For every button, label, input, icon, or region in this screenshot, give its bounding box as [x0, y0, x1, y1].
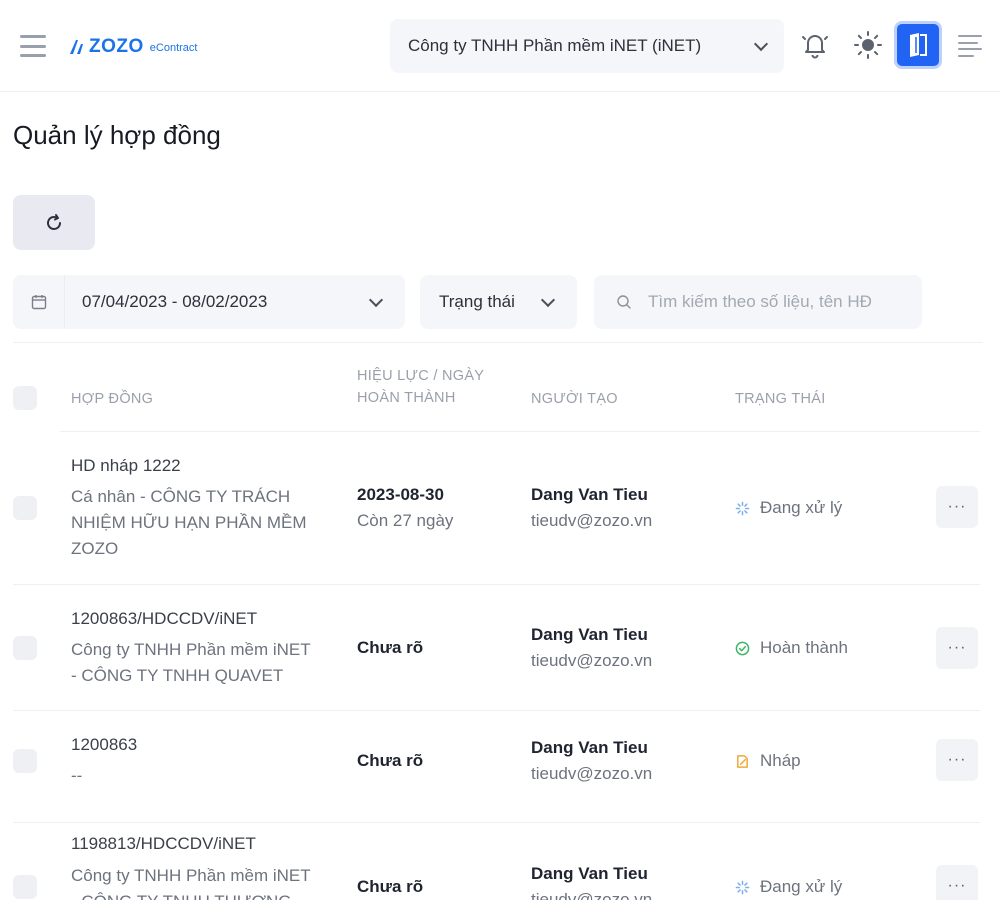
status-text: Hoàn thành: [760, 638, 848, 657]
validity-date: 2023-08-30: [357, 485, 444, 504]
creator-email: tieudv@zozo.vn: [531, 511, 653, 530]
filter-divider: [13, 342, 983, 343]
table-header: HỢP ĐỒNG HIỆU LỰC / NGÀY HOÀN THÀNH NGƯỜ…: [0, 355, 1000, 431]
search-icon: [617, 295, 631, 309]
validity-date: Chưa rõ: [357, 751, 424, 770]
column-header-contract[interactable]: HỢP ĐỒNG: [71, 388, 153, 410]
chevron-down-icon: [753, 36, 769, 51]
creator-email: tieudv@zozo.vn: [531, 651, 653, 670]
contract-party: Công ty TNHH Phần mềm iNET: [71, 640, 311, 659]
contract-party: NHIỆM HỮU HẠN PHẦN MỀM: [71, 513, 307, 532]
draft-icon: [737, 754, 748, 768]
book-icon: [910, 33, 927, 57]
calendar-icon: [13, 275, 65, 329]
status-badge: Đang xử lý: [735, 495, 842, 521]
creator-name: Dang Van Tieu: [531, 738, 648, 757]
row-checkbox[interactable]: [13, 636, 37, 660]
days-remaining: Còn 27 ngày: [357, 511, 454, 530]
chevron-down-icon: [368, 292, 384, 307]
contract-party: --: [71, 766, 83, 785]
more-actions-button[interactable]: ···: [936, 627, 978, 669]
status-filter-label: Trạng thái: [439, 292, 515, 311]
more-actions-button[interactable]: ···: [936, 486, 978, 528]
contract-party: - CÔNG TY TNHH QUAVET: [71, 666, 284, 685]
status-text: Nháp: [760, 751, 801, 770]
menu-icon[interactable]: [20, 35, 46, 57]
processing-icon: [735, 880, 750, 894]
status-text: Đang xử lý: [760, 498, 843, 517]
more-actions-button[interactable]: ···: [936, 865, 978, 900]
table-row[interactable]: HD nháp 1222 Cá nhân - CÔNG TY TRÁCH NHI…: [0, 432, 1000, 585]
creator-email: tieudv@zozo.vn: [531, 890, 653, 900]
row-checkbox[interactable]: [13, 496, 37, 520]
status-badge: Nháp: [735, 748, 801, 774]
search-input[interactable]: [648, 292, 908, 312]
contract-code[interactable]: 1200863/HDCCDV/iNET: [71, 606, 257, 632]
logo[interactable]: ZOZO eContract: [68, 36, 198, 57]
creator-name: Dang Van Tieu: [531, 864, 648, 883]
creator-name: Dang Van Tieu: [531, 485, 648, 504]
align-right-menu-icon[interactable]: [958, 35, 982, 57]
logo-text: ZOZO: [89, 36, 144, 57]
contract-code[interactable]: 1198813/HDCCDV/iNET: [71, 831, 256, 857]
contract-code[interactable]: 1200863: [71, 732, 137, 758]
refresh-button[interactable]: [13, 195, 95, 250]
table-row[interactable]: 1198813/HDCCDV/iNET Công ty TNHH Phần mề…: [0, 823, 1000, 900]
bell-icon[interactable]: [800, 30, 830, 60]
logo-subtitle: eContract: [149, 42, 198, 54]
status-badge: Hoàn thành: [735, 635, 848, 661]
check-circle-icon: [735, 641, 750, 655]
contract-party: ZOZO: [71, 539, 119, 558]
search-box[interactable]: [594, 275, 922, 329]
status-text: Đang xử lý: [760, 877, 843, 896]
creator-name: Dang Van Tieu: [531, 625, 648, 644]
sun-icon[interactable]: [853, 30, 883, 60]
status-badge: Đang xử lý: [735, 874, 842, 900]
refresh-icon: [47, 213, 61, 230]
table-row[interactable]: 1200863 -- Chưa rõ Dang Van Tieu tieudv@…: [0, 711, 1000, 823]
company-select[interactable]: Công ty TNHH Phần mềm iNET (iNET): [390, 19, 784, 73]
contract-party: - CÔNG TY TNHH THƯƠNG: [71, 889, 292, 900]
date-range-value: 07/04/2023 - 08/02/2023: [82, 292, 268, 311]
company-select-value: Công ty TNHH Phần mềm iNET (iNET): [408, 36, 702, 55]
contract-code[interactable]: HD nháp 1222: [71, 453, 181, 479]
contract-party: Công ty TNHH Phần mềm iNET: [71, 866, 311, 885]
select-all-checkbox[interactable]: [13, 386, 37, 410]
more-actions-button[interactable]: ···: [936, 739, 978, 781]
creator-email: tieudv@zozo.vn: [531, 764, 653, 783]
top-header: ZOZO eContract Công ty TNHH Phần mềm iNE…: [0, 0, 1000, 92]
row-checkbox[interactable]: [13, 749, 37, 773]
column-header-creator[interactable]: NGƯỜI TẠO: [531, 388, 618, 410]
row-checkbox[interactable]: [13, 875, 37, 899]
column-header-validity-line1: HIỆU LỰC / NGÀY: [357, 368, 485, 384]
contract-party: Cá nhân - CÔNG TY TRÁCH: [71, 487, 291, 506]
processing-icon: [735, 501, 750, 515]
validity-date: Chưa rõ: [357, 638, 424, 657]
page-title: Quản lý hợp đồng: [13, 120, 221, 150]
status-filter[interactable]: Trạng thái: [420, 275, 577, 329]
column-header-validity-line2: HOÀN THÀNH: [357, 390, 456, 406]
column-header-validity[interactable]: HIỆU LỰC / NGÀY HOÀN THÀNH: [357, 365, 484, 409]
date-range-filter[interactable]: 07/04/2023 - 08/02/2023: [13, 275, 405, 329]
chevron-down-icon: [540, 292, 556, 307]
validity-date: Chưa rõ: [357, 877, 424, 896]
column-header-status[interactable]: TRẠNG THÁI: [735, 388, 826, 410]
book-button[interactable]: [894, 21, 942, 69]
logo-mark-icon: [70, 40, 83, 54]
table-row[interactable]: 1200863/HDCCDV/iNET Công ty TNHH Phần mề…: [0, 585, 1000, 711]
